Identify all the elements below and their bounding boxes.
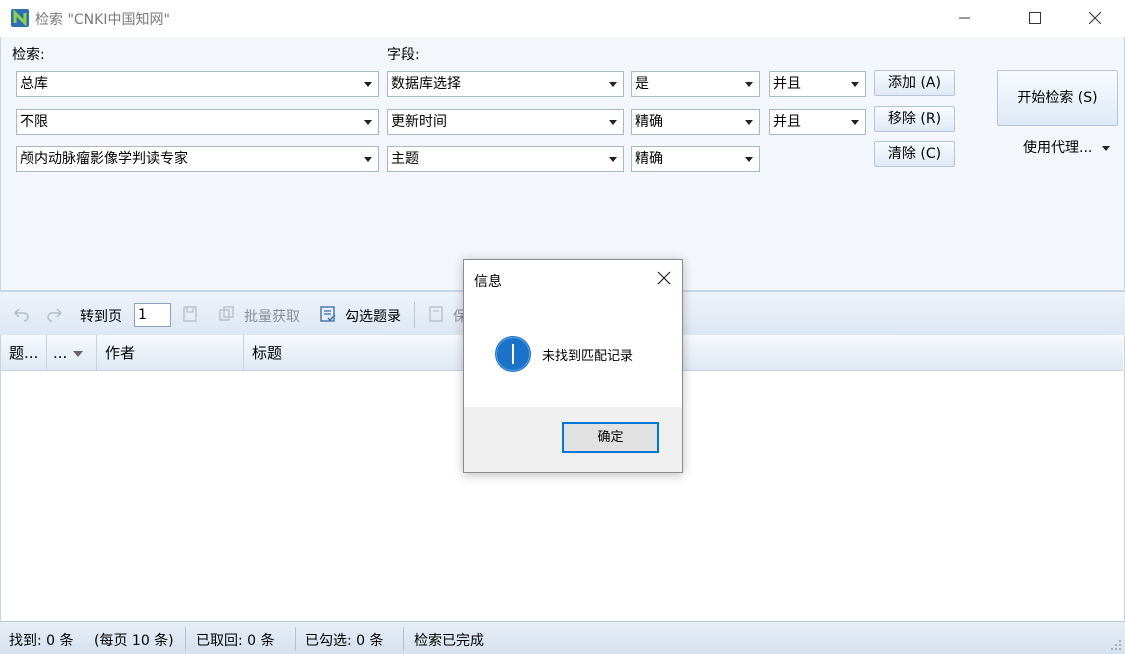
add-button[interactable]: 添加 (A) [874, 70, 955, 96]
chevron-down-icon [364, 82, 372, 87]
combo-value: 是 [635, 76, 649, 92]
status-checked: 已勾选: 0 条 [305, 633, 384, 649]
chevron-down-icon [851, 82, 859, 87]
combo-value: 并且 [773, 114, 801, 130]
chevron-down-icon [364, 120, 372, 125]
toolbar-divider [414, 302, 415, 328]
status-found: 找到: 0 条 [9, 633, 74, 649]
batch-fetch-icon [219, 306, 234, 321]
column-header-sort[interactable]: ... [47, 335, 97, 371]
chevron-down-icon [1102, 145, 1111, 151]
status-divider [403, 627, 404, 651]
status-divider [185, 627, 186, 651]
search-value-combo-2[interactable]: 不限 [16, 109, 379, 135]
chevron-down-icon [745, 82, 753, 87]
field-label: 字段: [387, 47, 420, 63]
ok-button[interactable]: 确定 [562, 422, 659, 453]
status-bar: 找到: 0 条 (每页 10 条) 已取回: 0 条 已勾选: 0 条 检索已完… [0, 621, 1125, 654]
chevron-down-icon [609, 120, 617, 125]
select-records-button[interactable]: 勾选题录 [345, 306, 401, 326]
field-combo-1[interactable]: 数据库选择 [387, 71, 624, 97]
info-dialog: 信息 未找到匹配记录 确定 [463, 259, 683, 473]
page-number-input[interactable]: 1 [134, 303, 171, 327]
proxy-label: 使用代理... [1023, 140, 1093, 156]
status-state: 检索已完成 [414, 633, 484, 649]
remove-button[interactable]: 移除 (R) [874, 106, 955, 132]
column-header-type[interactable]: 题... [1, 335, 47, 371]
chevron-down-icon [609, 82, 617, 87]
column-header-title[interactable]: 标题 [244, 335, 1123, 371]
search-value-combo-3[interactable]: 颅内动脉瘤影像学判读专家 [16, 146, 379, 172]
match-combo-3[interactable]: 精确 [631, 146, 760, 172]
logic-combo-2[interactable]: 并且 [769, 109, 866, 135]
chevron-down-icon [745, 120, 753, 125]
chevron-down-icon [745, 157, 753, 162]
use-proxy-dropdown[interactable]: 使用代理... [1023, 137, 1111, 157]
chevron-down-icon [609, 157, 617, 162]
match-combo-2[interactable]: 精确 [631, 109, 760, 135]
close-button[interactable] [1072, 0, 1118, 36]
save-icon [429, 306, 443, 322]
title-bar: 检索 "CNKI中国知网" [0, 0, 1125, 37]
clear-button[interactable]: 清除 (C) [874, 141, 955, 167]
combo-value: 精确 [635, 151, 663, 167]
goto-page-label: 转到页 [80, 309, 122, 325]
forward-arrow-icon[interactable] [46, 305, 64, 323]
dialog-footer: 确定 [464, 407, 682, 472]
minimize-icon [959, 17, 970, 19]
chevron-down-icon [851, 120, 859, 125]
dialog-message: 未找到匹配记录 [542, 349, 634, 364]
maximize-icon [1029, 12, 1041, 24]
field-combo-2[interactable]: 更新时间 [387, 109, 624, 135]
match-combo-1[interactable]: 是 [631, 71, 760, 97]
combo-value: 更新时间 [391, 114, 447, 130]
combo-value: 不限 [20, 114, 48, 130]
close-icon [1089, 12, 1101, 24]
chevron-down-icon [364, 157, 372, 162]
minimize-button[interactable] [942, 0, 988, 36]
dialog-title: 信息 [474, 274, 502, 290]
combo-value: 颅内动脉瘤影像学判读专家 [20, 151, 188, 167]
search-label: 检索: [12, 47, 45, 63]
back-arrow-icon[interactable] [12, 305, 30, 323]
logic-combo-1[interactable]: 并且 [769, 71, 866, 97]
start-search-button[interactable]: 开始检索 (S) [997, 70, 1118, 126]
resize-grip-icon[interactable] [1110, 639, 1122, 651]
column-header-author[interactable]: 作者 [97, 335, 244, 371]
combo-value: 数据库选择 [391, 76, 461, 92]
sort-down-icon [73, 350, 84, 357]
status-divider [295, 627, 296, 651]
combo-value: 总库 [20, 76, 48, 92]
search-value-combo-1[interactable]: 总库 [16, 71, 379, 97]
maximize-button[interactable] [1012, 0, 1058, 36]
combo-value: 主题 [391, 151, 419, 167]
column-header-sort-label: ... [53, 344, 68, 362]
dialog-close-icon[interactable] [656, 270, 672, 286]
search-panel: 检索: 字段: 总库 数据库选择 是 并且 添加 (A) 不限 更新时间 精确 … [0, 37, 1125, 290]
save-page-icon[interactable] [181, 305, 199, 323]
status-per-page: (每页 10 条) [94, 633, 174, 649]
info-icon [495, 336, 531, 372]
window-title: 检索 "CNKI中国知网" [35, 12, 170, 28]
cnki-logo-icon [11, 9, 29, 27]
status-retrieved: 已取回: 0 条 [196, 633, 275, 649]
select-records-icon [320, 306, 336, 322]
combo-value: 精确 [635, 114, 663, 130]
field-combo-3[interactable]: 主题 [387, 146, 624, 172]
combo-value: 并且 [773, 76, 801, 92]
batch-fetch-button[interactable]: 批量获取 [244, 306, 300, 326]
